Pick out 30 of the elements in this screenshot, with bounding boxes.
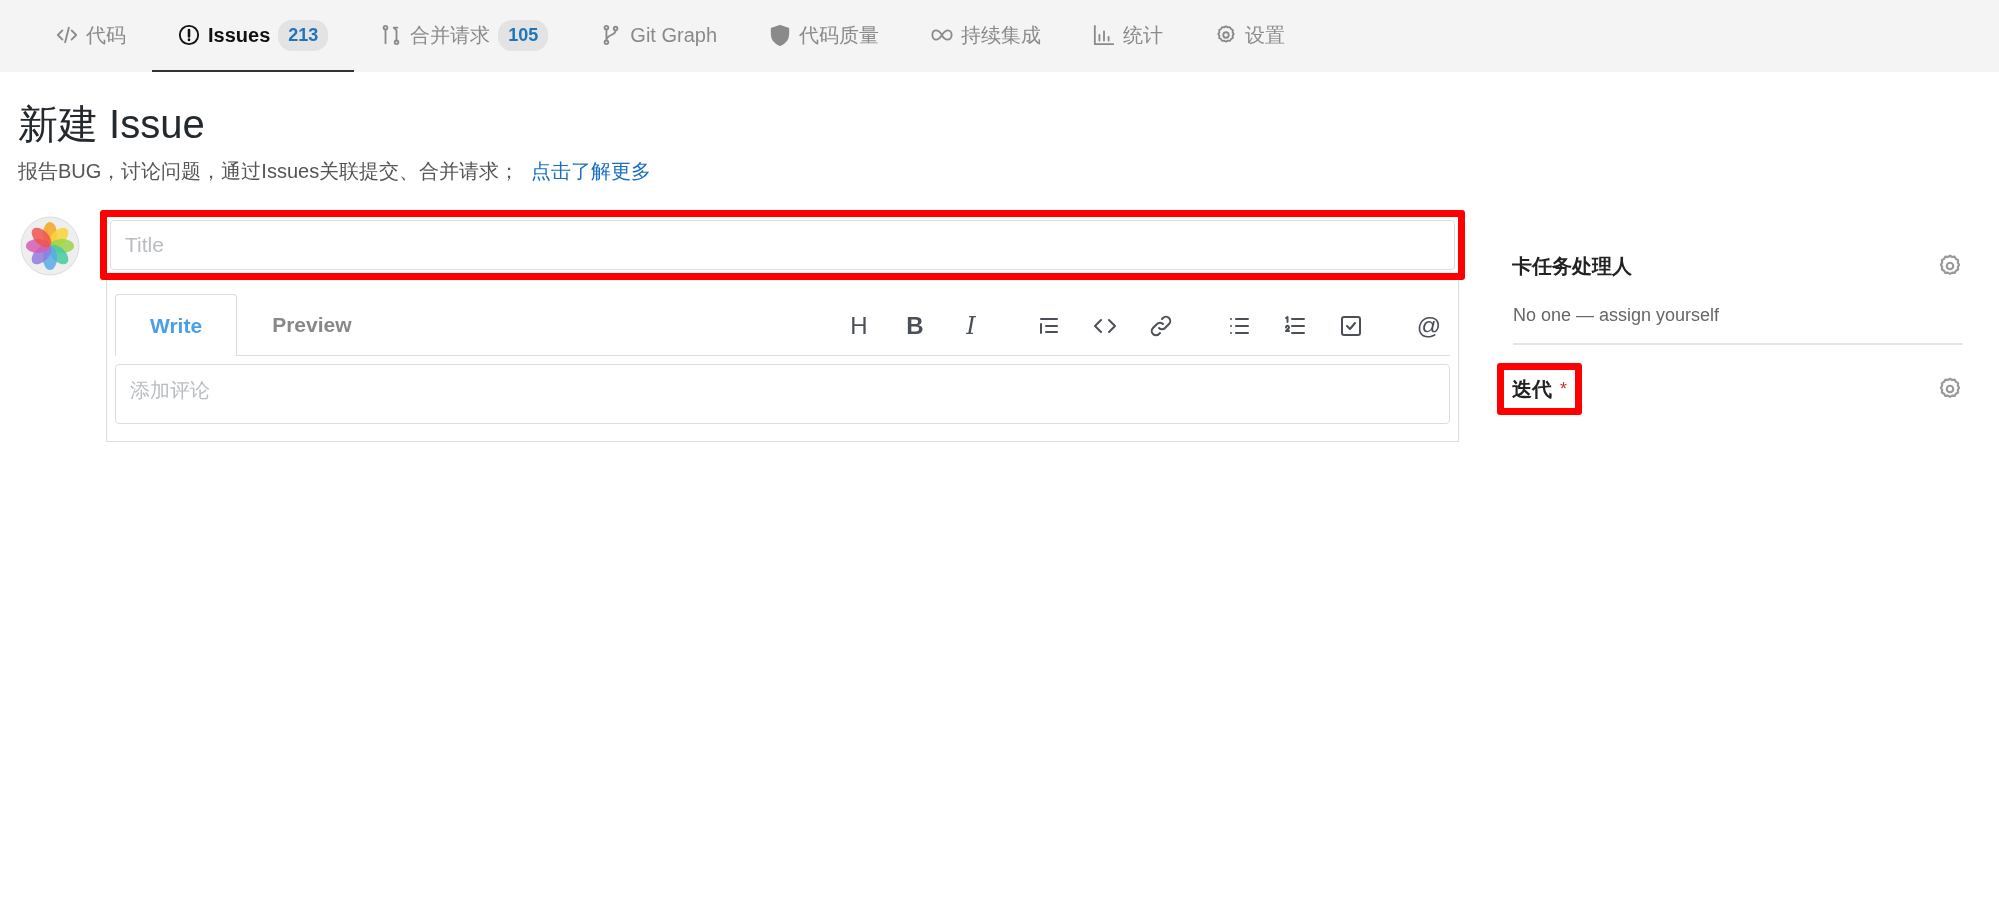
bold-button[interactable]: B bbox=[902, 312, 928, 339]
required-mark: * bbox=[1560, 377, 1567, 401]
shield-icon bbox=[769, 24, 792, 46]
section-title: 迭代 bbox=[1512, 377, 1552, 402]
section-title: 卡任务处理人 bbox=[1512, 254, 1632, 279]
page-title: 新建 Issue bbox=[18, 101, 206, 148]
nav-tab[interactable]: 合并请求 105 bbox=[354, 0, 575, 72]
page-description: 报告BUG，讨论问题，通过Issues关联提交、合并请求； 点击了解更多 bbox=[18, 159, 653, 184]
nav-tab[interactable]: Git Graph bbox=[574, 0, 744, 72]
count-badge: 105 bbox=[498, 19, 549, 51]
learn-more-link[interactable]: 点击了解更多 bbox=[531, 160, 652, 182]
italic-button[interactable]: I bbox=[958, 312, 984, 339]
bar-chart-icon bbox=[1093, 24, 1116, 46]
mention-button[interactable]: @ bbox=[1416, 312, 1442, 339]
nav-tab[interactable]: 代码质量 bbox=[743, 0, 906, 72]
code-icon bbox=[56, 24, 78, 46]
avatar-icon bbox=[20, 216, 80, 276]
editor-tab[interactable]: Write bbox=[115, 294, 238, 356]
nav-tab[interactable]: 设置 bbox=[1189, 0, 1312, 72]
alert-icon bbox=[178, 24, 200, 46]
nav-tab[interactable]: 代码 bbox=[30, 0, 152, 72]
assignee-value: No one — assign yourself bbox=[1513, 304, 1721, 327]
count-badge: 213 bbox=[278, 19, 329, 51]
editor-tab[interactable]: Preview bbox=[237, 294, 387, 355]
nav-tab[interactable]: Issues 213 bbox=[152, 0, 355, 72]
title-field[interactable]: Title bbox=[110, 220, 1455, 270]
nav-tab[interactable]: 持续集成 bbox=[905, 0, 1068, 72]
nav-tab[interactable]: 统计 bbox=[1067, 0, 1190, 72]
comment-field[interactable]: 添加评论 bbox=[115, 363, 1450, 424]
heading-button[interactable]: H bbox=[846, 312, 872, 339]
